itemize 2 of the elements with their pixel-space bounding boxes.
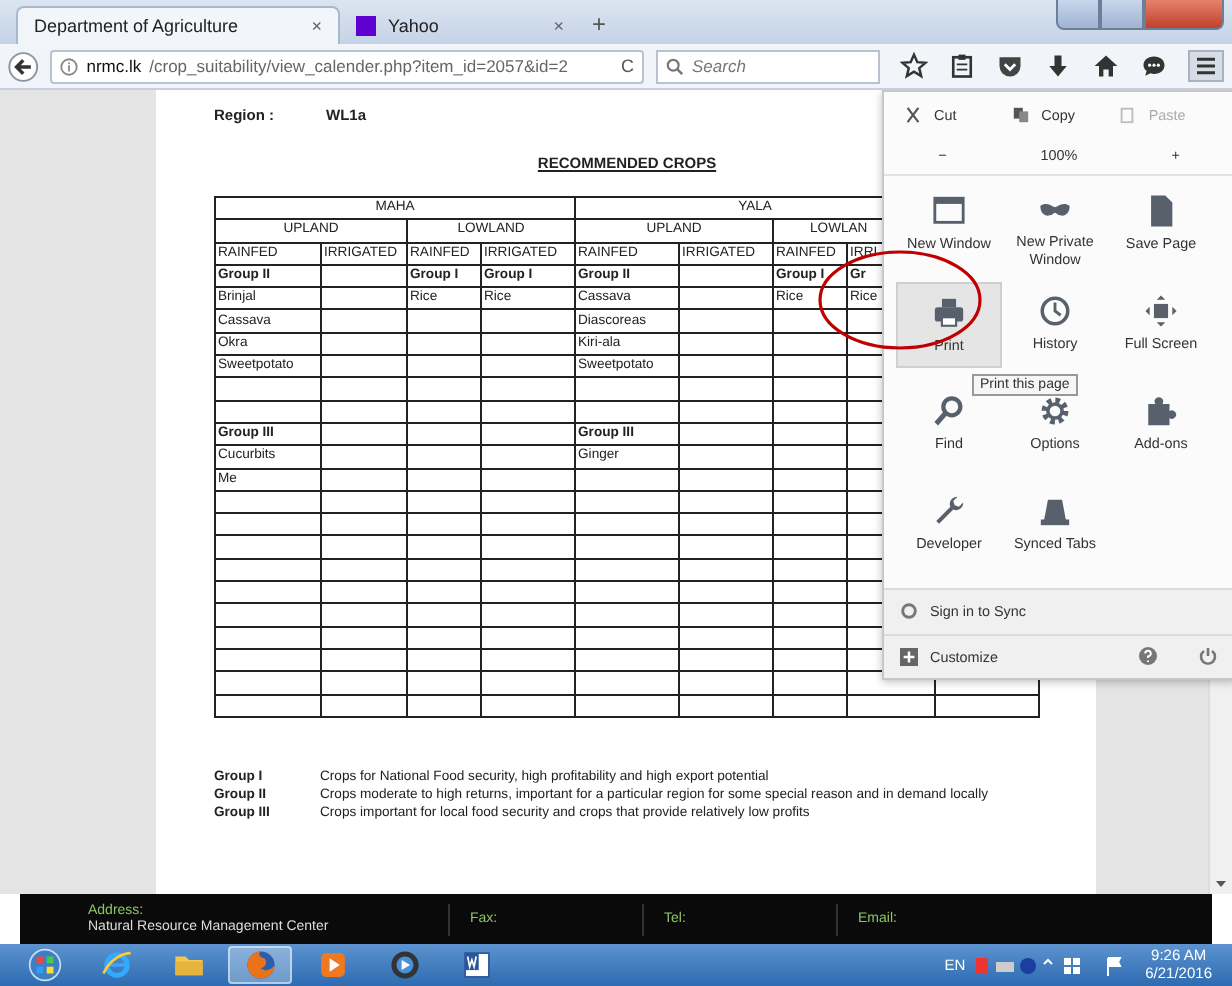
url-path: /crop_suitability/view_calender.php?item_id=2057&id=2 xyxy=(149,56,570,76)
url-host: nrmc.lk xyxy=(86,56,142,76)
